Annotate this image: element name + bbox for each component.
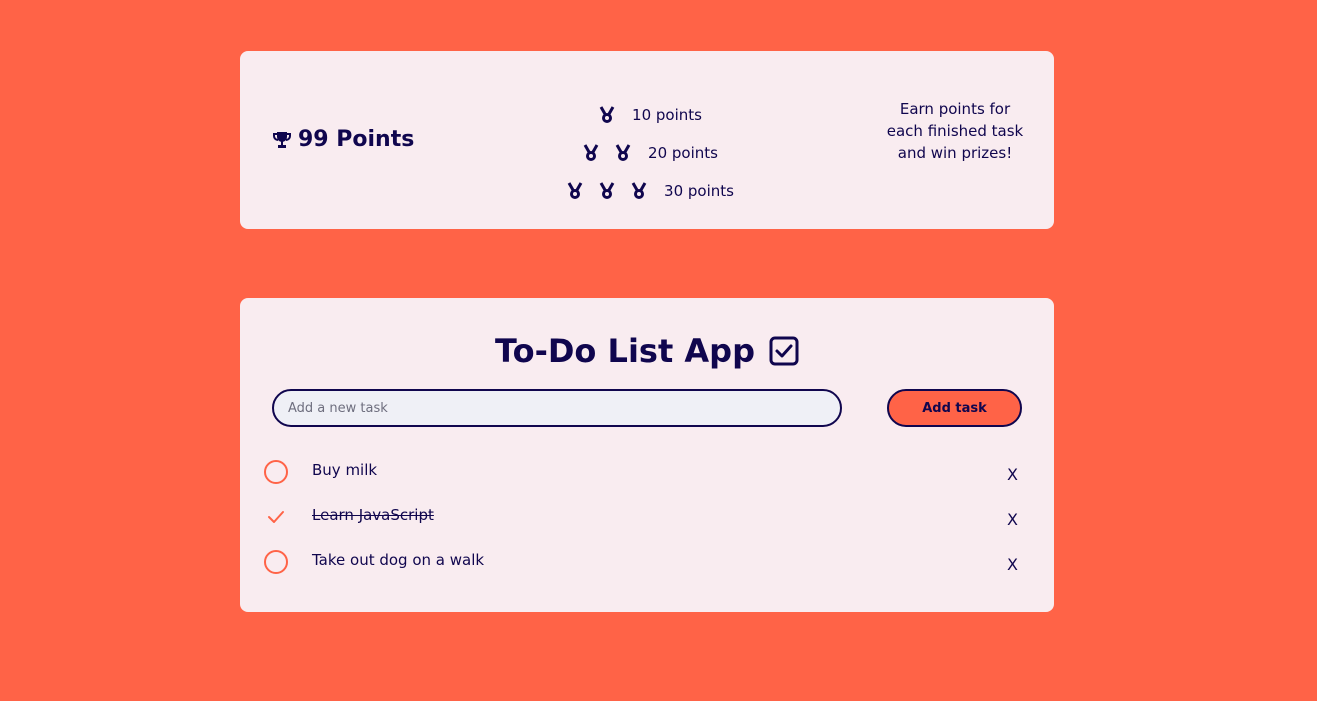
todo-card: To-Do List App Add task Buy milk X Learn… (240, 298, 1054, 612)
task-item: Learn JavaScript X (264, 493, 1030, 538)
title-row: To-Do List App (240, 330, 1054, 372)
delete-task-button[interactable]: X (1007, 555, 1018, 574)
points-total: 99 Points (298, 127, 415, 152)
tier-label: 20 points (648, 144, 718, 162)
task-text: Learn JavaScript (312, 506, 434, 524)
task-checkbox[interactable] (264, 460, 288, 484)
task-checkbox[interactable] (264, 505, 288, 529)
unchecked-circle-icon (264, 460, 288, 484)
unchecked-circle-icon (264, 550, 288, 574)
tier-30-points: 30 points (460, 172, 840, 210)
add-task-row: Add task (272, 389, 1022, 427)
delete-task-button[interactable]: X (1007, 465, 1018, 484)
task-checkbox[interactable] (264, 550, 288, 574)
medal-icon (631, 182, 647, 199)
task-item: Take out dog on a walk X (264, 538, 1030, 583)
medal-icon (615, 144, 631, 161)
medal-icon (583, 144, 599, 161)
new-task-input[interactable] (272, 389, 842, 427)
app-title: To-Do List App (495, 332, 755, 370)
add-task-button[interactable]: Add task (887, 389, 1022, 427)
tier-label: 10 points (632, 106, 702, 124)
points-tiers: 10 points 20 points 30 points (460, 96, 840, 210)
task-item: Buy milk X (264, 448, 1030, 493)
points-card: 99 Points 10 points 20 points 30 points … (240, 51, 1054, 229)
task-text: Take out dog on a walk (312, 551, 485, 569)
medal-icon (599, 106, 615, 123)
medal-icon (599, 182, 615, 199)
medal-icon (567, 182, 583, 199)
task-text: Buy milk (312, 461, 378, 479)
checkmark-icon (268, 511, 284, 523)
tier-10-points: 10 points (460, 96, 840, 134)
trophy-icon (272, 130, 292, 150)
points-score: 99 Points (272, 126, 414, 154)
delete-task-button[interactable]: X (1007, 510, 1018, 529)
tier-20-points: 20 points (460, 134, 840, 172)
task-list: Buy milk X Learn JavaScript X Take out d… (264, 448, 1030, 583)
checkbox-checked-icon (769, 336, 799, 366)
points-blurb: Earn points for each finished task and w… (886, 100, 1024, 162)
tier-label: 30 points (664, 182, 734, 200)
